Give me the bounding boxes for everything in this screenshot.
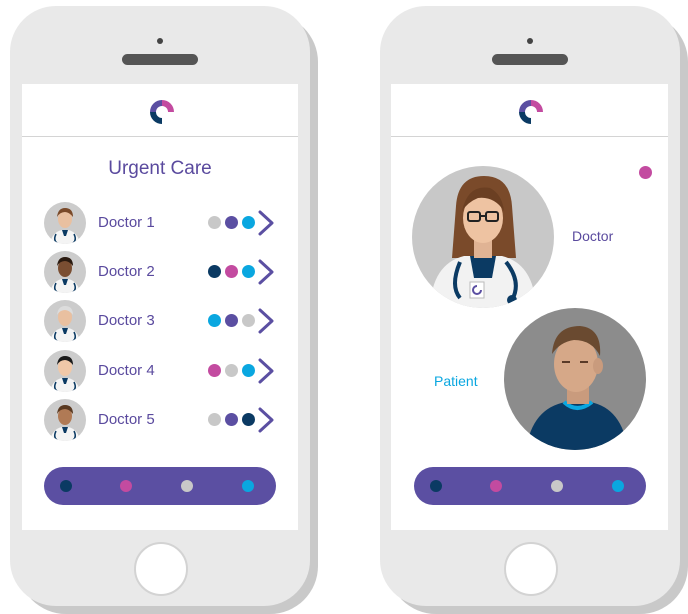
- camera-dot: [527, 38, 533, 44]
- header-divider: [391, 136, 668, 137]
- nav-dot-3[interactable]: [551, 480, 563, 492]
- nav-dot-1[interactable]: [430, 480, 442, 492]
- female-doctor-icon: [430, 176, 536, 308]
- doctor-name: Doctor 4: [98, 362, 155, 379]
- chevron-right-icon[interactable]: [257, 308, 275, 334]
- availability-dot: [225, 216, 238, 229]
- nav-dot-4[interactable]: [242, 480, 254, 492]
- nav-dot-3[interactable]: [181, 480, 193, 492]
- home-button[interactable]: [134, 542, 188, 596]
- camera-dot: [157, 38, 163, 44]
- doctor-label: Doctor: [572, 228, 614, 244]
- bottom-nav-bar: [414, 467, 646, 505]
- availability-dot: [208, 265, 221, 278]
- bottom-nav-bar: [44, 467, 276, 505]
- right-screen: Doctor Patient: [391, 84, 668, 530]
- left-screen: Urgent Care Doctor 1 Doctor 2 Doctor 3 Doct…: [22, 84, 298, 530]
- app-logo-icon: [519, 100, 543, 124]
- nav-dot-2[interactable]: [120, 480, 132, 492]
- availability-dot: [242, 364, 255, 377]
- availability-dot: [208, 364, 221, 377]
- doctor-avatar: [412, 166, 554, 308]
- chevron-right-icon[interactable]: [257, 358, 275, 384]
- doctor-avatar-icon: [44, 300, 86, 342]
- doctor-avatar-icon: [44, 399, 86, 441]
- speaker-grille: [492, 54, 568, 65]
- doctor-row[interactable]: Doctor 4: [44, 350, 296, 392]
- availability-dot: [208, 216, 221, 229]
- male-patient-icon: [526, 326, 628, 450]
- availability-dot: [242, 265, 255, 278]
- patient-avatar: [504, 308, 646, 450]
- doctor-row[interactable]: Doctor 1: [44, 202, 296, 244]
- nav-dot-1[interactable]: [60, 480, 72, 492]
- availability-dot: [225, 413, 238, 426]
- availability-dot: [225, 265, 238, 278]
- doctor-name: Doctor 1: [98, 214, 155, 231]
- patient-label: Patient: [434, 373, 478, 389]
- header-divider: [22, 136, 298, 137]
- doctor-row[interactable]: Doctor 2: [44, 251, 296, 293]
- app-logo-icon: [150, 100, 174, 124]
- speaker-grille: [122, 54, 198, 65]
- doctor-row[interactable]: Doctor 3: [44, 300, 296, 342]
- doctor-avatar-icon: [44, 350, 86, 392]
- availability-dot: [242, 314, 255, 327]
- right-phone: Doctor Patient: [380, 6, 680, 606]
- doctor-name: Doctor 3: [98, 312, 155, 329]
- chevron-right-icon[interactable]: [257, 210, 275, 236]
- chevron-right-icon[interactable]: [257, 259, 275, 285]
- nav-dot-2[interactable]: [490, 480, 502, 492]
- status-indicator-dot: [639, 166, 652, 179]
- left-phone: Urgent Care Doctor 1 Doctor 2 Doctor 3 Doct…: [10, 6, 310, 606]
- home-button[interactable]: [504, 542, 558, 596]
- availability-dot: [225, 364, 238, 377]
- availability-dot: [242, 216, 255, 229]
- doctor-avatar-icon: [44, 202, 86, 244]
- chevron-right-icon[interactable]: [257, 407, 275, 433]
- availability-dot: [225, 314, 238, 327]
- availability-dot: [242, 413, 255, 426]
- availability-dot: [208, 413, 221, 426]
- nav-dot-4[interactable]: [612, 480, 624, 492]
- page-title: Urgent Care: [108, 158, 212, 179]
- doctor-name: Doctor 5: [98, 411, 155, 428]
- doctor-row[interactable]: Doctor 5: [44, 399, 296, 441]
- doctor-name: Doctor 2: [98, 263, 155, 280]
- doctor-avatar-icon: [44, 251, 86, 293]
- availability-dot: [208, 314, 221, 327]
